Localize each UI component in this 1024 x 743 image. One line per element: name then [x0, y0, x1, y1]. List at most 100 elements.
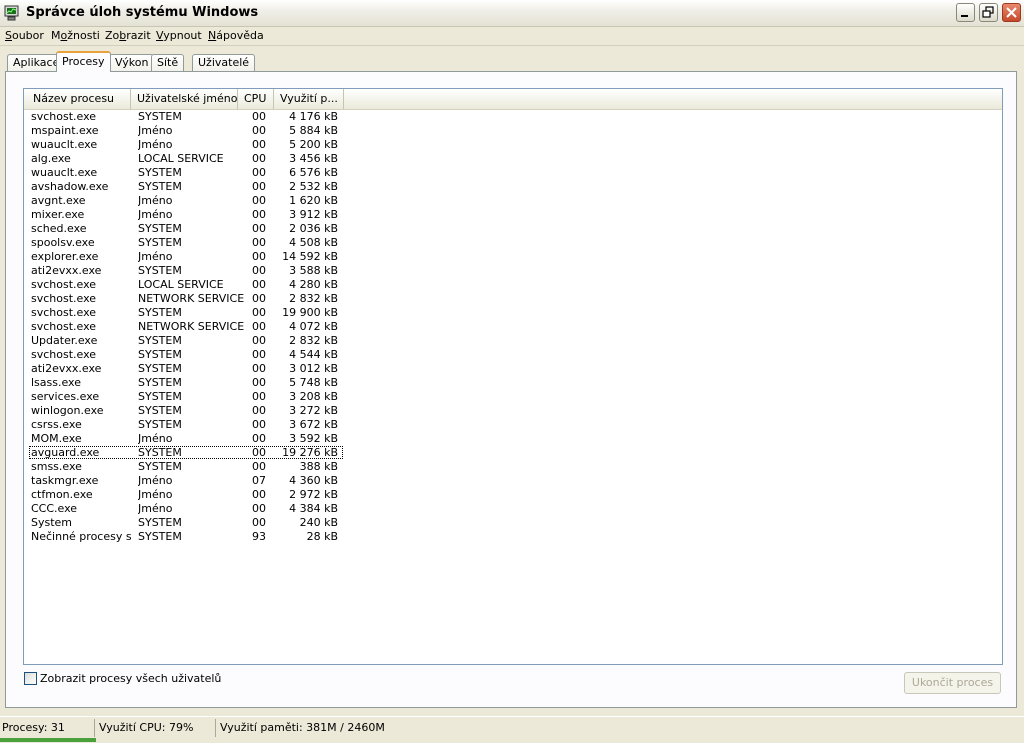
minimize-button[interactable] [956, 3, 975, 22]
process-name-cell: ati2evxx.exe [31, 264, 102, 277]
process-row[interactable]: smss.exe SYSTEM 00 388 kB [24, 460, 1002, 474]
process-user-cell: Jméno [138, 488, 173, 501]
minimize-icon [961, 15, 968, 17]
end-process-button[interactable]: Ukončit proces [904, 672, 1001, 694]
process-name-cell: alg.exe [31, 152, 71, 165]
process-memory-cell: 5 884 kB [289, 124, 338, 137]
process-memory-cell: 2 972 kB [289, 488, 338, 501]
process-row[interactable]: wuauclt.exe SYSTEM 00 6 576 kB [24, 166, 1002, 180]
process-row[interactable]: svchost.exe NETWORK SERVICE 00 4 072 kB [24, 320, 1002, 334]
menu-vypnout[interactable]: Vypnout [156, 29, 202, 42]
process-cpu-cell: 00 [252, 334, 266, 347]
process-cpu-cell: 00 [252, 124, 266, 137]
process-name-cell: sched.exe [31, 222, 87, 235]
process-cpu-cell: 00 [252, 460, 266, 473]
window-title: Správce úloh systému Windows [26, 5, 259, 20]
process-row[interactable]: explorer.exe Jméno 00 14 592 kB [24, 250, 1002, 264]
process-row[interactable]: svchost.exe LOCAL SERVICE 00 4 280 kB [24, 278, 1002, 292]
column-header-name[interactable]: Název procesu [24, 89, 131, 109]
process-user-cell: LOCAL SERVICE [138, 152, 224, 165]
process-list[interactable]: Název procesu Uživatelské jméno CPU Využ… [23, 88, 1003, 665]
process-memory-cell: 2 832 kB [289, 292, 338, 305]
process-row[interactable]: taskmgr.exe Jméno 07 4 360 kB [24, 474, 1002, 488]
menu-moznosti[interactable]: Možnosti [51, 29, 100, 42]
process-row[interactable]: winlogon.exe SYSTEM 00 3 272 kB [24, 404, 1002, 418]
process-cpu-cell: 00 [252, 390, 266, 403]
process-cpu-cell: 00 [252, 376, 266, 389]
process-memory-cell: 3 272 kB [289, 404, 338, 417]
process-name-cell: wuauclt.exe [31, 166, 98, 179]
process-row[interactable]: sched.exe SYSTEM 00 2 036 kB [24, 222, 1002, 236]
process-memory-cell: 240 kB [299, 516, 338, 529]
process-row[interactable]: services.exe SYSTEM 00 3 208 kB [24, 390, 1002, 404]
process-row[interactable]: svchost.exe NETWORK SERVICE 00 2 832 kB [24, 292, 1002, 306]
process-user-cell: SYSTEM [138, 180, 182, 193]
process-row[interactable]: lsass.exe SYSTEM 00 5 748 kB [24, 376, 1002, 390]
column-header-memory[interactable]: Využití p... [274, 89, 344, 109]
process-row[interactable]: svchost.exe SYSTEM 00 4 176 kB [24, 110, 1002, 124]
tab-site[interactable]: Sítě [151, 54, 185, 71]
process-cpu-cell: 00 [252, 138, 266, 151]
process-row[interactable]: spoolsv.exe SYSTEM 00 4 508 kB [24, 236, 1002, 250]
close-button[interactable] [1002, 3, 1021, 22]
process-cpu-cell: 07 [252, 474, 266, 487]
process-user-cell: SYSTEM [138, 418, 182, 431]
process-row[interactable]: ati2evxx.exe SYSTEM 00 3 588 kB [24, 264, 1002, 278]
menu-napoveda[interactable]: Nápověda [208, 29, 264, 42]
task-manager-icon[interactable] [4, 5, 20, 21]
process-row[interactable]: ctfmon.exe Jméno 00 2 972 kB [24, 488, 1002, 502]
process-memory-cell: 4 072 kB [289, 320, 338, 333]
show-all-users-checkbox[interactable] [24, 672, 37, 685]
process-cpu-cell: 00 [252, 292, 266, 305]
show-all-users-label[interactable]: Zobrazit procesy všech uživatelů [40, 672, 221, 685]
process-user-cell: SYSTEM [138, 390, 182, 403]
process-user-cell: SYSTEM [138, 362, 182, 375]
process-cpu-cell: 00 [252, 348, 266, 361]
process-row[interactable]: mixer.exe Jméno 00 3 912 kB [24, 208, 1002, 222]
process-memory-cell: 388 kB [299, 460, 338, 473]
process-row[interactable]: System SYSTEM 00 240 kB [24, 516, 1002, 530]
process-row[interactable]: ati2evxx.exe SYSTEM 00 3 012 kB [24, 362, 1002, 376]
process-row[interactable]: svchost.exe SYSTEM 00 4 544 kB [24, 348, 1002, 362]
process-name-cell: svchost.exe [31, 348, 97, 361]
process-memory-cell: 1 620 kB [289, 194, 338, 207]
tab-procesy[interactable]: Procesy [56, 51, 111, 72]
process-row[interactable]: avshadow.exe SYSTEM 00 2 532 kB [24, 180, 1002, 194]
restore-button[interactable] [979, 3, 998, 22]
process-memory-cell: 4 280 kB [289, 278, 338, 291]
process-memory-cell: 4 508 kB [289, 236, 338, 249]
tab-uzivatele[interactable]: Uživatelé [192, 54, 256, 71]
process-memory-cell: 3 592 kB [289, 432, 338, 445]
process-row[interactable]: alg.exe LOCAL SERVICE 00 3 456 kB [24, 152, 1002, 166]
process-user-cell: Jméno [138, 474, 173, 487]
process-memory-cell: 19 276 kB [282, 446, 338, 459]
process-memory-cell: 4 360 kB [289, 474, 338, 487]
process-row[interactable]: csrss.exe SYSTEM 00 3 672 kB [24, 418, 1002, 432]
column-header-user[interactable]: Uživatelské jméno [131, 89, 238, 109]
process-row[interactable]: wuauclt.exe Jméno 00 5 200 kB [24, 138, 1002, 152]
process-name-cell: avgnt.exe [31, 194, 86, 207]
process-cpu-cell: 00 [252, 180, 266, 193]
process-row[interactable]: CCC.exe Jméno 00 4 384 kB [24, 502, 1002, 516]
process-row[interactable]: avgnt.exe Jméno 00 1 620 kB [24, 194, 1002, 208]
tab-vykon[interactable]: Výkon [109, 54, 155, 71]
close-icon [1006, 7, 1017, 18]
process-row[interactable]: svchost.exe SYSTEM 00 19 900 kB [24, 306, 1002, 320]
process-user-cell: SYSTEM [138, 460, 182, 473]
process-row[interactable]: Nečinné procesy s... SYSTEM 93 28 kB [24, 530, 1002, 544]
process-row[interactable]: MOM.exe Jméno 00 3 592 kB [24, 432, 1002, 446]
column-header-cpu[interactable]: CPU [238, 89, 274, 109]
process-memory-cell: 5 748 kB [289, 376, 338, 389]
process-name-cell: smss.exe [31, 460, 82, 473]
process-memory-cell: 14 592 kB [282, 250, 338, 263]
process-name-cell: lsass.exe [31, 376, 81, 389]
process-row[interactable]: avguard.exe SYSTEM 00 19 276 kB [24, 446, 1002, 460]
process-user-cell: LOCAL SERVICE [138, 278, 224, 291]
process-row[interactable]: Updater.exe SYSTEM 00 2 832 kB [24, 334, 1002, 348]
process-memory-cell: 3 456 kB [289, 152, 338, 165]
process-cpu-cell: 00 [252, 278, 266, 291]
title-bar: Správce úloh systému Windows [0, 0, 1024, 27]
process-row[interactable]: mspaint.exe Jméno 00 5 884 kB [24, 124, 1002, 138]
menu-zobrazit[interactable]: Zobrazit [105, 29, 151, 42]
menu-soubor[interactable]: Soubor [5, 29, 44, 42]
